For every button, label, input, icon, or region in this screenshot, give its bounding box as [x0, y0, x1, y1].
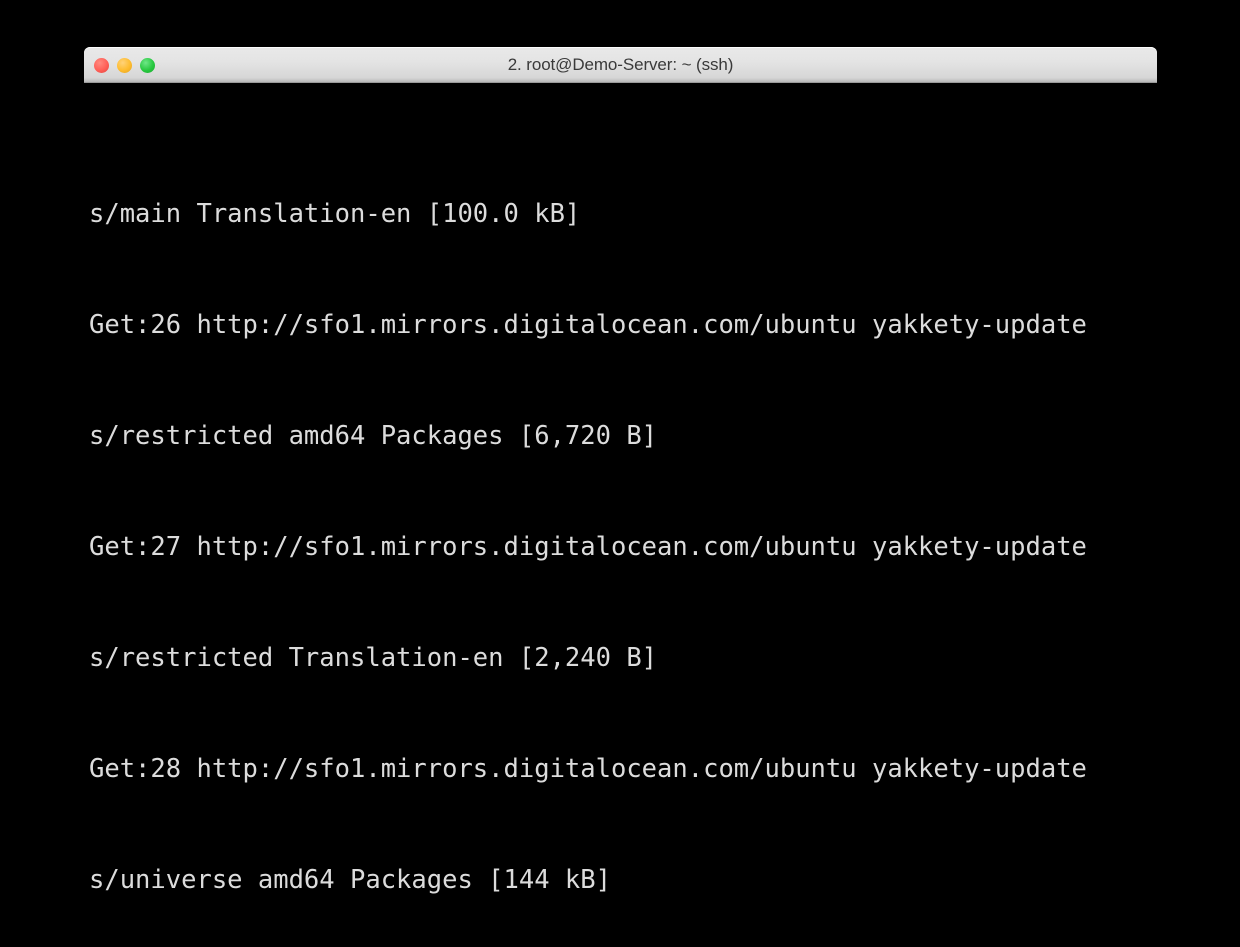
window-title: 2. root@Demo-Server: ~ (ssh) [507, 54, 734, 74]
terminal-line: Get:26 http://sfo1.mirrors.digitalocean.… [89, 310, 1087, 340]
terminal-line: Get:28 http://sfo1.mirrors.digitalocean.… [89, 754, 1087, 784]
terminal-output: s/main Translation-en [100.0 kB] Get:26 … [89, 85, 1087, 947]
window-controls [94, 47, 155, 83]
terminal-screen[interactable]: s/main Translation-en [100.0 kB] Get:26 … [0, 83, 1240, 947]
window-titlebar[interactable]: 2. root@Demo-Server: ~ (ssh) [84, 47, 1157, 83]
terminal-line: Get:27 http://sfo1.mirrors.digitalocean.… [89, 532, 1087, 562]
terminal-line: s/main Translation-en [100.0 kB] [89, 199, 581, 229]
terminal-window: 2. root@Demo-Server: ~ (ssh) s/main Tran… [0, 0, 1240, 947]
terminal-line: s/restricted amd64 Packages [6,720 B] [89, 421, 658, 451]
zoom-button[interactable] [140, 57, 155, 73]
terminal-line: s/restricted Translation-en [2,240 B] [89, 643, 658, 673]
minimize-button[interactable] [117, 57, 132, 73]
close-button[interactable] [94, 57, 109, 73]
terminal-line: s/universe amd64 Packages [144 kB] [89, 865, 611, 895]
